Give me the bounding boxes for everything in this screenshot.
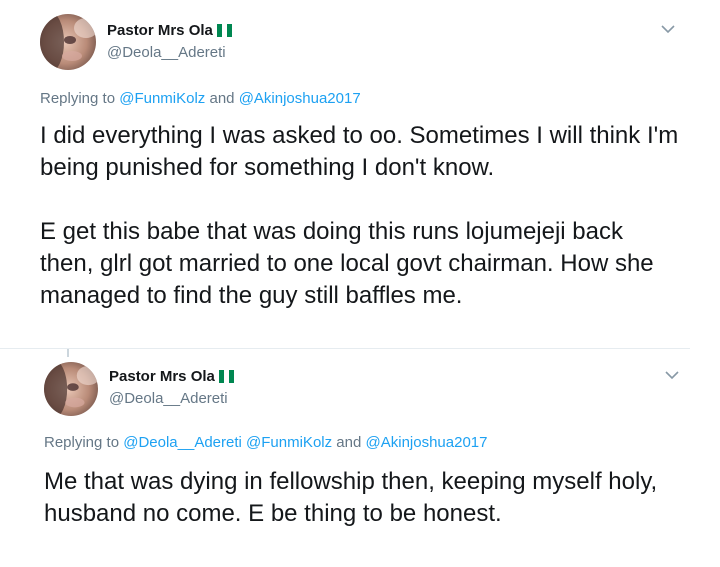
tweet-paragraph: E get this babe that was doing this runs… — [40, 218, 654, 309]
replying-to: Replying to @Deola__Adereti @FunmiKolz a… — [44, 434, 487, 451]
connector-and: and — [336, 434, 362, 451]
author-name[interactable]: Pastor Mrs Ola — [109, 368, 215, 385]
mention-link[interactable]: @Akinjoshua2017 — [366, 434, 488, 451]
avatar-image — [44, 362, 98, 416]
chevron-down-icon[interactable] — [658, 22, 678, 36]
author-row[interactable]: Pastor Mrs Ola — [107, 22, 232, 39]
tweet-1: Pastor Mrs Ola @Deola__Adereti Replying … — [0, 0, 720, 348]
tweet-text: I did everything I was asked to oo. Some… — [40, 120, 680, 312]
mention-link[interactable]: @FunmiKolz — [246, 434, 332, 451]
tweet-2: Pastor Mrs Ola @Deola__Adereti Replying … — [0, 348, 720, 567]
chevron-down-icon[interactable] — [662, 368, 682, 382]
tweet-paragraph: Me that was dying in fellowship then, ke… — [44, 468, 658, 527]
mention-link[interactable]: @FunmiKolz — [119, 90, 205, 107]
mention-link[interactable]: @Akinjoshua2017 — [239, 90, 361, 107]
author-handle[interactable]: @Deola__Adereti — [109, 390, 228, 407]
mention-link[interactable]: @Deola__Adereti — [123, 434, 242, 451]
connector-and: and — [209, 90, 235, 107]
tweet-text: Me that was dying in fellowship then, ke… — [44, 466, 684, 530]
avatar-image — [40, 14, 96, 70]
avatar[interactable] — [44, 362, 98, 416]
tweet-paragraph: I did everything I was asked to oo. Some… — [40, 122, 679, 181]
avatar[interactable] — [40, 14, 96, 70]
author-row[interactable]: Pastor Mrs Ola — [109, 368, 234, 385]
replying-prefix: Replying to — [44, 434, 120, 451]
replying-to: Replying to @FunmiKolz and @Akinjoshua20… — [40, 90, 361, 107]
replying-prefix: Replying to — [40, 90, 116, 107]
nigeria-flag-icon — [218, 370, 234, 383]
author-handle[interactable]: @Deola__Adereti — [107, 44, 226, 61]
nigeria-flag-icon — [216, 24, 232, 37]
author-name[interactable]: Pastor Mrs Ola — [107, 22, 213, 39]
